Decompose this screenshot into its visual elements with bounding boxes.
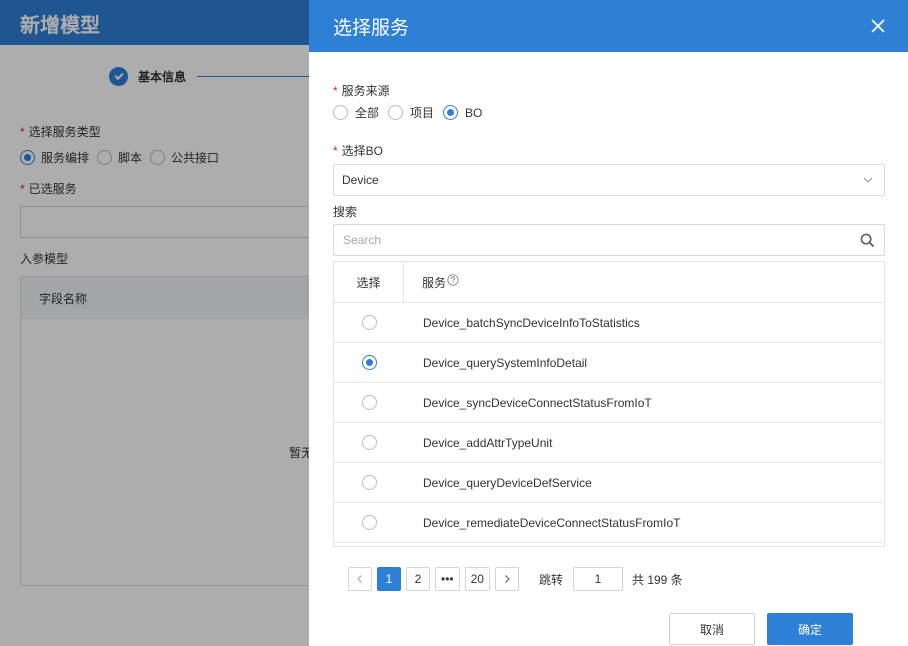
required-mark: *: [333, 144, 338, 158]
row-radio[interactable]: [361, 435, 377, 450]
service-source-radio-group: 全部 项目 BO: [333, 104, 491, 121]
table-row[interactable]: Device_queryDeviceDefService: [334, 463, 884, 503]
page-button-20[interactable]: 20: [464, 567, 490, 591]
table-row[interactable]: Device_syncDeviceConnectStatusFromIoT: [334, 383, 884, 423]
total-count: 共 199 条: [631, 572, 683, 587]
service-table: 选择 服务 Device_batchSyncDeviceInfoToStatis…: [333, 261, 885, 547]
table-header: 选择 服务: [334, 262, 884, 303]
search-label: 搜索: [333, 205, 358, 219]
close-icon[interactable]: [870, 18, 886, 34]
select-service-dialog: 选择服务 *服务来源 全部 项目 BO *选择BO Device 搜索 选择 服…: [309, 0, 908, 646]
select-bo-label: * 选择BO: [333, 144, 384, 158]
chevron-right-icon: [505, 575, 510, 583]
confirm-button[interactable]: 确定: [767, 613, 853, 645]
row-radio[interactable]: [361, 395, 377, 410]
bo-select[interactable]: Device: [333, 164, 885, 196]
row-select-cell: [334, 383, 404, 422]
jump-page-input[interactable]: [572, 567, 623, 591]
row-select-cell: [334, 503, 404, 542]
cancel-button[interactable]: 取消: [669, 613, 755, 645]
table-row[interactable]: Device_addAttrTypeUnit: [334, 423, 884, 463]
row-select-cell: [334, 463, 404, 502]
search-box: [333, 224, 885, 256]
row-radio[interactable]: [361, 475, 377, 490]
search-input[interactable]: [334, 226, 834, 254]
table-row[interactable]: Device_remediateDeviceConnectStatusFromI…: [334, 503, 884, 543]
pagination: 1 2 ••• 20 跳转 共 199 条: [348, 567, 683, 591]
radio-dot: [333, 105, 348, 120]
row-select-cell: [334, 303, 404, 342]
service-source-label: * 服务来源: [333, 84, 390, 98]
service-name: Device_syncDeviceConnectStatusFromIoT: [423, 395, 652, 410]
table-body: Device_batchSyncDeviceInfoToStatistics De…: [334, 303, 884, 543]
table-row[interactable]: Device_batchSyncDeviceInfoToStatistics: [334, 303, 884, 343]
row-radio[interactable]: [361, 515, 377, 530]
jump-label: 跳转: [538, 572, 563, 587]
page-button-1[interactable]: 1: [377, 567, 401, 591]
dialog-title: 选择服务: [333, 17, 410, 39]
radio-source-project[interactable]: 项目: [388, 104, 434, 121]
search-icon[interactable]: [860, 233, 875, 248]
col-service-header: 服务: [404, 262, 884, 302]
radio-dot: [443, 105, 459, 120]
dialog-header: 选择服务: [309, 0, 908, 52]
row-radio[interactable]: [361, 315, 377, 330]
page-ellipsis[interactable]: •••: [435, 567, 460, 591]
service-name: Device_queryDeviceDefService: [423, 475, 592, 490]
chevron-left-icon: [357, 575, 362, 583]
service-name: Device_querySystemInfoDetail: [423, 355, 588, 370]
radio-source-all[interactable]: 全部: [333, 104, 379, 121]
radio-source-bo[interactable]: BO: [443, 105, 482, 120]
next-page-button[interactable]: [494, 567, 519, 591]
required-mark: *: [333, 84, 338, 98]
row-select-cell: [334, 423, 404, 462]
row-select-cell: [334, 343, 404, 382]
prev-page-button[interactable]: [348, 567, 372, 591]
help-icon[interactable]: [447, 274, 459, 286]
service-name: Device_batchSyncDeviceInfoToStatistics: [423, 315, 640, 330]
table-row[interactable]: Device_querySystemInfoDetail: [334, 343, 884, 383]
chevron-down-icon: [863, 177, 873, 183]
service-name: Device_remediateDeviceConnectStatusFromI…: [423, 515, 681, 530]
radio-dot: [388, 105, 404, 120]
bo-select-value: Device: [342, 173, 379, 187]
row-radio[interactable]: [361, 355, 377, 370]
col-select-header: 选择: [334, 262, 404, 302]
page-button-2[interactable]: 2: [406, 567, 430, 591]
service-name: Device_addAttrTypeUnit: [423, 435, 553, 450]
